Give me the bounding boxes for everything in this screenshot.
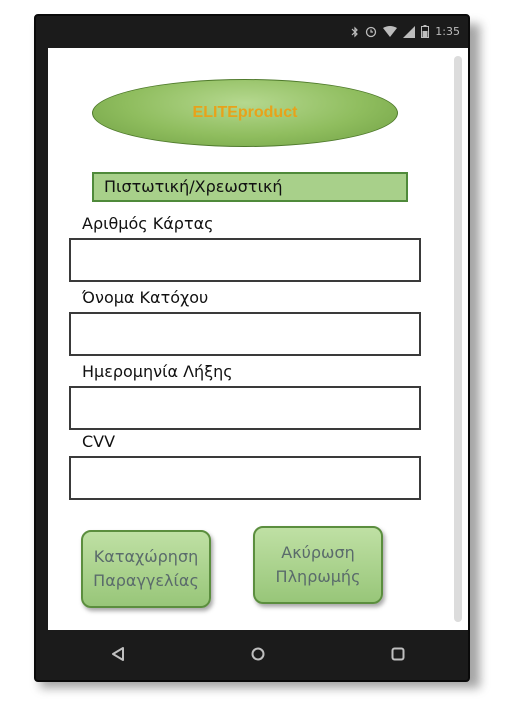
recents-button[interactable] xyxy=(368,634,428,674)
expiry-date-field[interactable] xyxy=(69,386,421,430)
battery-icon xyxy=(421,25,430,38)
cancel-payment-line-2: Πληρωμής xyxy=(275,567,361,586)
logo-text: ELITEproduct xyxy=(192,104,298,121)
expiry-date-label: Ημερομηνία Λήξης xyxy=(82,362,233,381)
app-screen: ELITEproduct Πιστωτική/Χρεωστική Αριθμός… xyxy=(48,48,468,630)
cancel-payment-line-1: Ακύρωση xyxy=(281,543,355,562)
home-button[interactable] xyxy=(228,634,288,674)
back-button[interactable] xyxy=(88,634,148,674)
cell-signal-icon xyxy=(403,25,416,38)
status-icons: 1:35 xyxy=(351,25,460,38)
submit-order-button[interactable]: Καταχώρηση Παραγγελίας xyxy=(81,530,211,608)
recents-square-icon xyxy=(391,647,405,661)
cancel-payment-button[interactable]: Ακύρωση Πληρωμής xyxy=(253,526,383,604)
phone-frame: 1:35 ELITEproduct Πιστωτική/Χρεωστική Αρ… xyxy=(34,14,470,682)
clock-time: 1:35 xyxy=(435,25,460,38)
submit-order-label: Καταχώρηση Παραγγελίας xyxy=(93,545,199,593)
navigation-bar xyxy=(48,632,468,676)
cancel-payment-label: Ακύρωση Πληρωμής xyxy=(276,541,361,589)
card-type-label: Πιστωτική/Χρεωστική xyxy=(92,172,408,202)
elite-product-logo: ELITEproduct xyxy=(92,79,398,147)
scrollbar[interactable] xyxy=(454,56,462,622)
bluetooth-icon xyxy=(351,26,359,37)
home-circle-icon xyxy=(251,647,265,661)
cardholder-name-label: Όνομα Κατόχου xyxy=(82,288,209,307)
card-number-label: Αριθμός Κάρτας xyxy=(82,214,214,233)
submit-order-line-1: Καταχώρηση xyxy=(93,547,199,566)
alarm-icon xyxy=(366,26,377,37)
cardholder-name-field[interactable] xyxy=(69,312,421,356)
submit-order-line-2: Παραγγελίας xyxy=(93,571,199,590)
cvv-label: CVV xyxy=(82,432,116,451)
cvv-field[interactable] xyxy=(69,456,421,500)
back-triangle-icon xyxy=(112,647,124,661)
card-number-field[interactable] xyxy=(69,238,421,282)
wifi-icon xyxy=(383,25,398,37)
status-bar: 1:35 xyxy=(48,20,468,46)
